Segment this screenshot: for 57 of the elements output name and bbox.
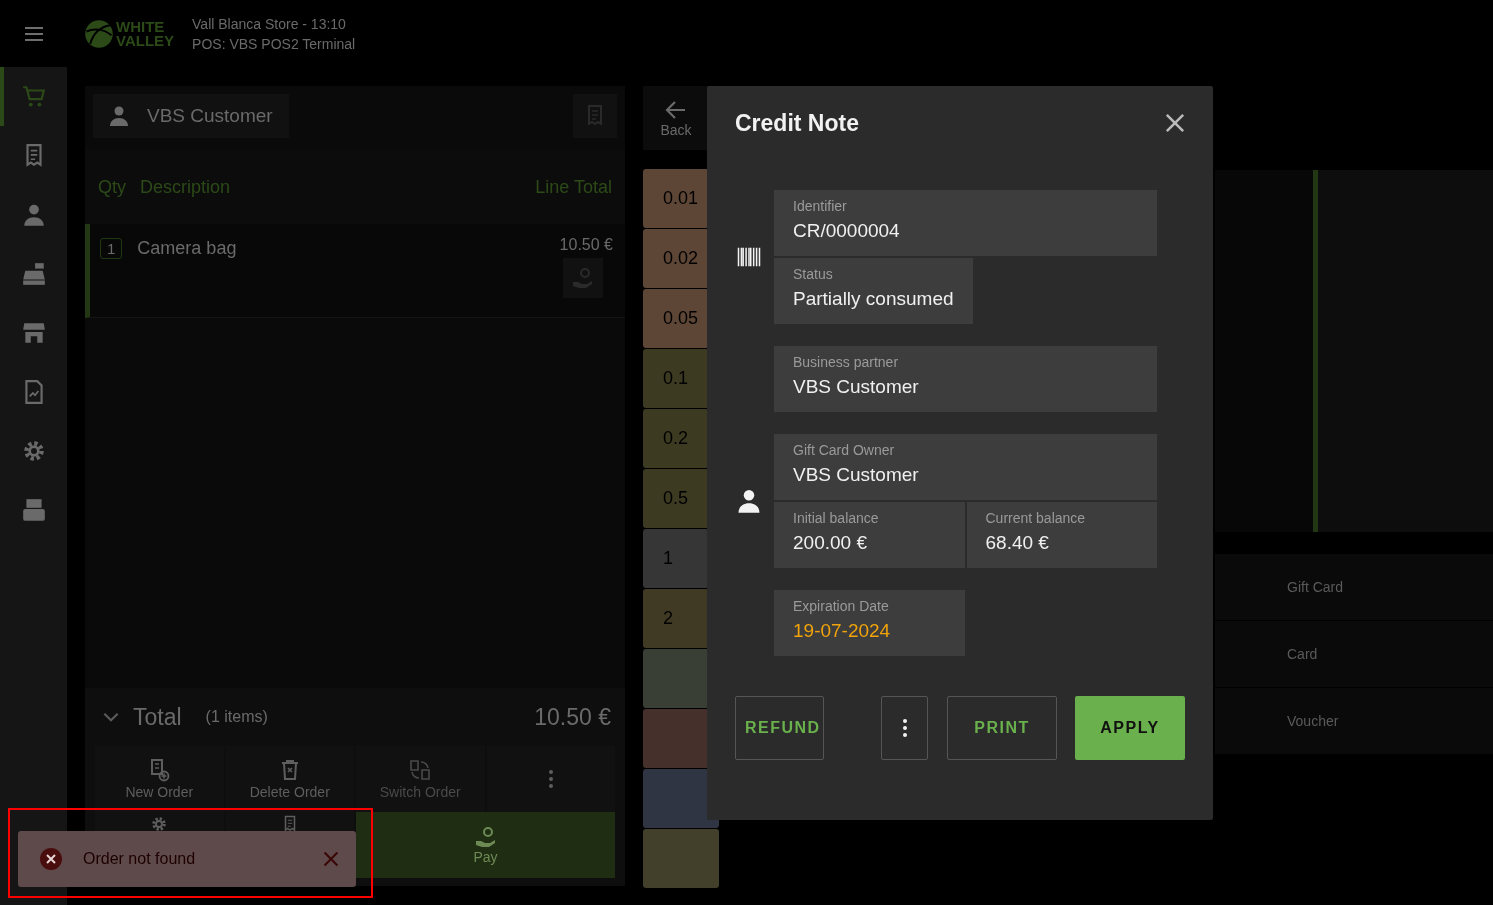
field-label: Business partner (793, 354, 900, 370)
error-icon (39, 847, 63, 871)
field-label: Identifier (793, 198, 848, 214)
logo-ball-icon (84, 18, 114, 49)
product-name: Camera bag (137, 238, 238, 259)
hand-coin-icon (473, 825, 498, 849)
field-label: Status (793, 266, 834, 282)
cash-register-icon (20, 260, 47, 287)
field-label: Expiration Date (793, 598, 890, 614)
apply-button[interactable]: APPLY (1075, 696, 1185, 760)
column-header: Qty (98, 176, 127, 198)
column-header: Line Total (535, 176, 612, 198)
field-value: Partially consumed (793, 288, 954, 310)
field-label: Initial balance (793, 510, 880, 526)
cash-amount-button[interactable]: 0.01 (643, 169, 709, 228)
field-value: 68.40 € (985, 532, 1050, 554)
store-time: Vall Blanca Store - 13:10 (192, 14, 347, 34)
line-total: 10.50 € (559, 236, 613, 254)
payment-method-button[interactable]: Card (1215, 621, 1493, 687)
more-icon (547, 769, 554, 789)
total-amount: 10.50 € (534, 703, 611, 731)
logo-text: WHITE VALLEY (116, 19, 175, 48)
cash-amount-button[interactable]: 0.5 (643, 469, 709, 528)
field-value: VBS Customer (793, 464, 920, 486)
line-service-button[interactable] (563, 258, 603, 298)
total-label: Total (133, 703, 182, 731)
payment-method-button[interactable]: Gift Card (1215, 554, 1493, 620)
field-label: Current balance (985, 510, 1087, 526)
more-icon (901, 718, 908, 738)
swap-icon (408, 758, 433, 782)
cash-amount-button[interactable]: 0.2 (643, 409, 709, 468)
cash-amount-button[interactable]: 0.05 (643, 289, 709, 348)
field-label: Gift Card Owner (793, 442, 896, 458)
dialog-title: Credit Note (735, 109, 859, 137)
dialog-button[interactable]: PRINT (947, 696, 1057, 760)
dialog-button[interactable]: REFUND (735, 696, 824, 760)
quantity-badge: 1 (100, 238, 123, 259)
cash-amount-button[interactable]: 0.1 (643, 349, 709, 408)
toast-message: Order not found (83, 850, 197, 868)
receipt-settings-button[interactable] (573, 94, 617, 138)
settings-icon (150, 815, 169, 833)
payment-method-button[interactable]: Voucher (1215, 688, 1493, 754)
cash-drawer-icon (20, 496, 47, 523)
cash-amount-button[interactable]: 2 (643, 589, 709, 648)
pay-button[interactable]: Pay (356, 812, 615, 878)
field-value: VBS Customer (793, 376, 920, 398)
customer-button[interactable]: VBS Customer (93, 94, 289, 138)
column-header: Description (140, 176, 232, 198)
terminal-name: POS: VBS POS2 Terminal (192, 34, 356, 54)
cash-amount-button[interactable]: 0.02 (643, 229, 709, 288)
field-value: 200.00 € (793, 532, 868, 554)
item-count: (1 items) (205, 708, 269, 726)
field-value: 19-07-2024 (793, 620, 892, 642)
field-value: CR/0000004 (793, 220, 901, 242)
back-button[interactable]: Back (643, 86, 709, 150)
more-button[interactable] (881, 696, 928, 760)
person-icon (107, 104, 131, 128)
